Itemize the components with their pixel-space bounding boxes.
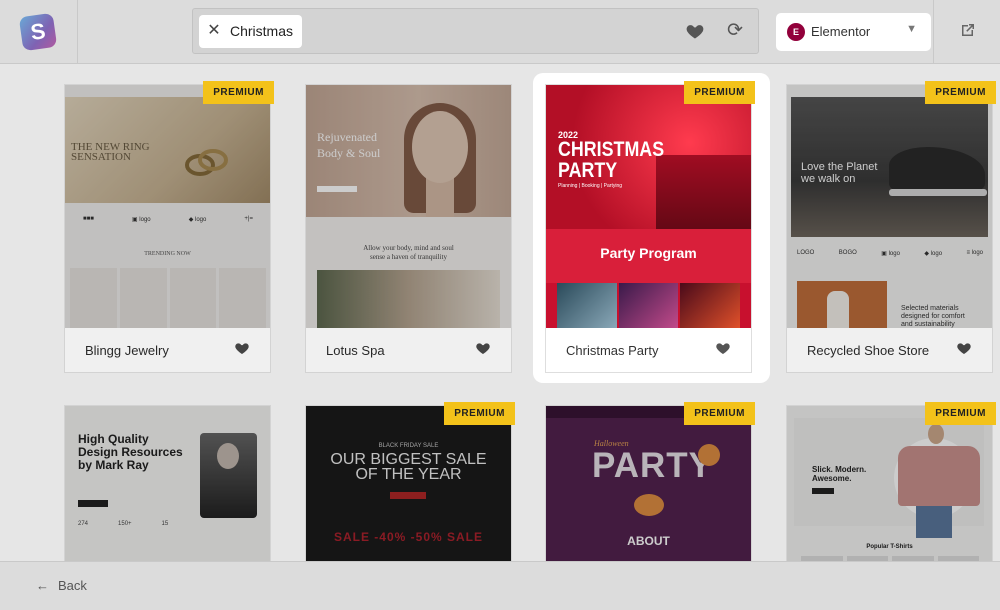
template-thumbnail[interactable]: Love the Planet we walk on LOGO BOGO ▣ lo… <box>787 85 992 328</box>
thumb-headline: Slick. Modern. Awesome. <box>812 465 867 483</box>
thumb-section-title: Party Program <box>600 245 697 261</box>
thumb-headline: THE NEW RING SENSATION <box>71 141 150 163</box>
logo-strip: LOGO BOGO ▣ logo ◆ logo ≡ logo <box>797 250 983 257</box>
elementor-icon: E <box>787 23 805 41</box>
thumb-headline: OUR BIGGEST SALE OF THE YEAR <box>330 451 487 483</box>
search-bar[interactable]: ✕ Christmas ⟳ <box>192 8 759 54</box>
thumb-section-title: TRENDING NOW <box>144 251 191 257</box>
logo-cell: S <box>0 0 78 64</box>
template-card[interactable]: Love the Planet we walk on LOGO BOGO ▣ lo… <box>786 81 996 373</box>
builder-label: Elementor <box>811 24 871 39</box>
template-thumbnail[interactable]: 2022 CHRISTMAS PARTY Planning | Booking |… <box>546 85 751 328</box>
card-footer: Recycled Shoe Store <box>787 328 992 372</box>
template-name[interactable]: Recycled Shoe Store <box>807 343 929 358</box>
template-thumbnail[interactable]: Halloween PARTY ABOUT <box>546 406 751 564</box>
template-card[interactable]: 2022 CHRISTMAS PARTY Planning | Booking |… <box>545 81 755 373</box>
premium-badge: PREMIUM <box>684 81 755 104</box>
external-cell <box>933 0 1000 64</box>
template-card[interactable]: Halloween PARTY ABOUT PREMIUM <box>545 402 755 565</box>
template-name[interactable]: Christmas Party <box>566 343 658 358</box>
external-link-icon[interactable] <box>960 22 976 38</box>
builder-dropdown[interactable]: E Elementor ▼ <box>776 13 931 51</box>
heart-icon[interactable] <box>475 340 491 356</box>
template-card[interactable]: THE NEW RING SENSATION ■■■ ▣ logo ◆ logo… <box>64 81 274 373</box>
top-bar: S ✕ Christmas ⟳ E Elementor ▼ <box>0 0 1000 64</box>
card-footer: Lotus Spa <box>306 328 511 372</box>
template-name[interactable]: Lotus Spa <box>326 343 385 358</box>
heart-icon[interactable] <box>685 21 705 41</box>
premium-badge: PREMIUM <box>925 402 996 425</box>
card-footer: Blingg Jewelry <box>65 328 270 372</box>
back-label: Back <box>58 578 87 593</box>
thumb-headline: CHRISTMAS PARTY <box>558 138 665 182</box>
template-thumbnail[interactable]: High Quality Design Resources by Mark Ray … <box>65 406 270 564</box>
card-footer: Christmas Party <box>546 328 751 372</box>
template-card[interactable]: High Quality Design Resources by Mark Ray … <box>64 405 271 565</box>
close-icon[interactable]: ✕ <box>206 22 222 40</box>
premium-badge: PREMIUM <box>203 81 274 104</box>
search-query[interactable]: Christmas <box>230 23 293 39</box>
rings-image <box>185 149 228 176</box>
premium-badge: PREMIUM <box>444 402 515 425</box>
back-button[interactable]: ← Back <box>36 578 87 593</box>
template-thumbnail[interactable]: THE NEW RING SENSATION ■■■ ▣ logo ◆ logo… <box>65 85 270 328</box>
template-thumbnail[interactable]: BLACK FRIDAY SALE OUR BIGGEST SALE OF THE… <box>306 406 511 564</box>
premium-badge: PREMIUM <box>684 402 755 425</box>
thumb-headline: PARTY <box>592 446 714 485</box>
heart-icon[interactable] <box>956 340 972 356</box>
chevron-down-icon: ▼ <box>906 23 917 35</box>
thumb-tagline: Allow your body, mind and soul sense a ha… <box>363 244 454 261</box>
bottom-bar: ← Back <box>0 561 1000 610</box>
heart-icon[interactable] <box>715 340 731 356</box>
template-thumbnail[interactable]: Slick. Modern. Awesome. Popular T-Shirts <box>787 406 992 564</box>
template-name[interactable]: Blingg Jewelry <box>85 343 169 358</box>
app-logo: S <box>18 12 58 52</box>
template-card[interactable]: Slick. Modern. Awesome. Popular T-Shirts … <box>786 402 996 565</box>
refresh-icon[interactable]: ⟳ <box>725 20 745 42</box>
thumb-headline: Rejuvenated Body & Soul <box>317 130 381 160</box>
thumb-headline: Love the Planet we walk on <box>801 161 878 185</box>
template-thumbnail[interactable]: Rejuvenated Body & Soul Allow your body, … <box>306 85 511 328</box>
logo-strip: ■■■ ▣ logo ◆ logo +|= <box>83 216 253 223</box>
premium-badge: PREMIUM <box>925 81 996 104</box>
thumb-headline: High Quality Design Resources by Mark Ray <box>78 432 183 472</box>
search-chip[interactable]: ✕ Christmas <box>199 15 302 48</box>
template-card[interactable]: BLACK FRIDAY SALE OUR BIGGEST SALE OF THE… <box>305 402 515 565</box>
template-card[interactable]: Rejuvenated Body & Soul Allow your body, … <box>305 84 512 373</box>
arrow-left-icon: ← <box>36 578 49 593</box>
heart-icon[interactable] <box>234 340 250 356</box>
